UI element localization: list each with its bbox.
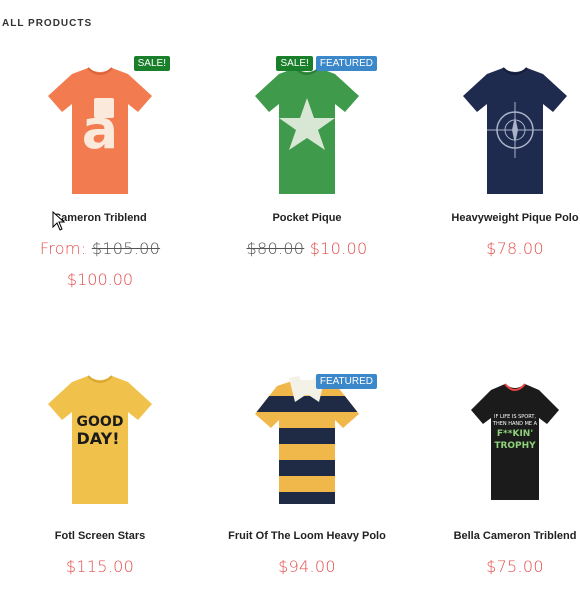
product-card-cameron-triblend[interactable]: a SALE! Cameron Triblend From: $105.00 $… bbox=[0, 56, 200, 289]
product-name[interactable]: Pocket Pique bbox=[207, 212, 407, 225]
old-price: $80.00 bbox=[246, 239, 305, 258]
price-range: $80.00 $10.00 bbox=[207, 239, 407, 258]
product-card-bella-cameron-triblend[interactable]: IF LIFE IS SPORT, THEN HAND ME A F**KIN'… bbox=[415, 374, 580, 576]
product-card-heavyweight-pique-polo[interactable]: Heavyweight Pique Polo $78.00 bbox=[415, 56, 580, 258]
black-tshirt-icon: IF LIFE IS SPORT, THEN HAND ME A F**KIN'… bbox=[471, 383, 559, 500]
product-image[interactable]: a SALE! bbox=[30, 56, 170, 196]
product-card-fruit-of-the-loom-heavy-polo[interactable]: FEATURED Fruit Of The Loom Heavy Polo $9… bbox=[207, 374, 407, 576]
product-image[interactable] bbox=[445, 56, 580, 196]
price-prefix: From: bbox=[39, 239, 87, 258]
current-price: $100.00 bbox=[66, 270, 134, 289]
product-image[interactable]: FEATURED bbox=[237, 374, 377, 514]
svg-text:F**KIN': F**KIN' bbox=[497, 429, 533, 439]
featured-badge: FEATURED bbox=[315, 374, 377, 389]
price-range: From: $105.00 bbox=[0, 239, 200, 258]
orange-tshirt-icon: a bbox=[48, 67, 152, 194]
product-name[interactable]: Fruit Of The Loom Heavy Polo bbox=[207, 530, 407, 543]
striped-polo-icon bbox=[255, 376, 359, 504]
product-card-pocket-pique[interactable]: SALE! FEATURED Pocket Pique $80.00 $10.0… bbox=[207, 56, 407, 258]
current-price: $94.00 bbox=[278, 557, 336, 576]
product-grid: a SALE! Cameron Triblend From: $105.00 $… bbox=[0, 0, 580, 603]
product-name[interactable]: Heavyweight Pique Polo bbox=[415, 212, 580, 225]
product-name[interactable]: Cameron Triblend bbox=[0, 212, 200, 225]
current-price: $75.00 bbox=[486, 557, 544, 576]
product-image[interactable]: GOOD DAY! bbox=[30, 374, 170, 514]
svg-text:TROPHY: TROPHY bbox=[494, 441, 536, 451]
svg-text:THEN HAND ME A: THEN HAND ME A bbox=[492, 421, 538, 427]
current-price: $115.00 bbox=[65, 557, 135, 576]
current-price: $78.00 bbox=[486, 239, 544, 258]
old-price: $105.00 bbox=[91, 239, 161, 258]
sale-badge: SALE! bbox=[133, 56, 170, 71]
product-name[interactable]: Fotl Screen Stars bbox=[0, 530, 200, 543]
current-price: $10.00 bbox=[309, 239, 368, 258]
yellow-tshirt-icon: GOOD DAY! bbox=[48, 375, 152, 504]
product-name[interactable]: Bella Cameron Triblend bbox=[415, 530, 580, 543]
mouse-cursor-icon bbox=[52, 211, 66, 231]
featured-badge: FEATURED bbox=[315, 56, 377, 71]
product-card-fotl-screen-stars[interactable]: GOOD DAY! Fotl Screen Stars $115.00 bbox=[0, 374, 200, 576]
svg-text:DAY!: DAY! bbox=[76, 429, 119, 448]
product-image[interactable]: SALE! FEATURED bbox=[237, 56, 377, 196]
svg-text:IF LIFE IS SPORT,: IF LIFE IS SPORT, bbox=[494, 414, 536, 420]
sale-badge: SALE! bbox=[276, 56, 313, 71]
green-tshirt-icon bbox=[255, 67, 359, 194]
svg-text:GOOD: GOOD bbox=[77, 414, 124, 430]
navy-tshirt-icon bbox=[463, 67, 567, 194]
product-image[interactable]: IF LIFE IS SPORT, THEN HAND ME A F**KIN'… bbox=[445, 374, 580, 514]
